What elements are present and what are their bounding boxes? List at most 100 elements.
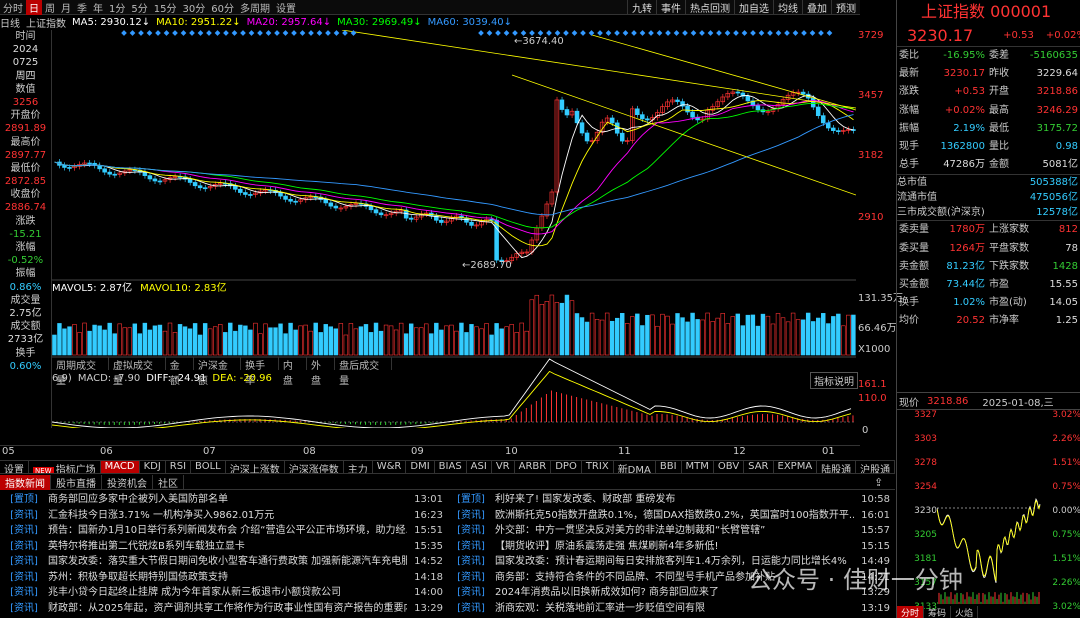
toolbar-action-5[interactable]: 叠加 bbox=[802, 0, 831, 15]
indicator-tab[interactable]: OBV bbox=[714, 461, 745, 473]
news-title[interactable]: 【期货收评】原油系震荡走强 焦煤刷新4年多新低! bbox=[495, 539, 854, 555]
indicator-tab[interactable]: MTM bbox=[682, 461, 714, 473]
news-item[interactable]: [资讯] 国家发改委：落实重大节假日期间免收小型客车通行费政策 加强新能源汽车充电… bbox=[0, 554, 447, 570]
news-item[interactable]: [资讯] 英特尔将推出第二代锐炫B系列车载独立显卡 15:35 bbox=[0, 539, 447, 555]
news-title[interactable]: 英特尔将推出第二代锐炫B系列车载独立显卡 bbox=[48, 539, 407, 555]
toolbar-tab-8[interactable]: 15分 bbox=[151, 0, 180, 15]
indicator-tab[interactable]: 沪股通 bbox=[856, 461, 895, 473]
news-title[interactable]: 外交部：中方一贯坚决反对美方的非法单边制裁和“长臂管辖” bbox=[495, 523, 854, 539]
volume-subtab[interactable]: 沪深金额 bbox=[194, 357, 242, 387]
volume-subtab[interactable]: 虚拟成交量 bbox=[109, 357, 166, 387]
toolbar-action-3[interactable]: 加自选 bbox=[734, 0, 773, 15]
news-item[interactable]: [资讯] 汇金科技今日涨3.71% 一机构净买入9862.01万元 16:23 bbox=[0, 508, 447, 524]
volume-bar bbox=[449, 324, 454, 356]
indicator-tab[interactable]: ARBR bbox=[515, 461, 552, 473]
news-tab[interactable]: 股市直播 bbox=[51, 474, 102, 490]
indicator-tab[interactable]: EXPMA bbox=[774, 461, 818, 473]
volume-bar bbox=[122, 327, 127, 356]
toolbar-tab-2[interactable]: 周 bbox=[42, 0, 58, 15]
indicator-tab[interactable]: KDJ bbox=[140, 461, 166, 473]
toolbar-action-6[interactable]: 预测 bbox=[831, 0, 860, 15]
toolbar-action-4[interactable]: 均线 bbox=[773, 0, 802, 15]
candle-body bbox=[373, 209, 379, 214]
indicator-tab[interactable]: 陆股通 bbox=[817, 461, 857, 473]
toolbar-action-0[interactable]: 九转 bbox=[627, 0, 656, 15]
toolbar-tab-10[interactable]: 60分 bbox=[208, 0, 237, 15]
toolbar-tab-4[interactable]: 季 bbox=[74, 0, 90, 15]
indicator-tab[interactable]: VR bbox=[492, 461, 515, 473]
indicator-tab[interactable]: W&R bbox=[373, 461, 407, 473]
volume-bar bbox=[745, 314, 751, 356]
news-item[interactable]: [资讯] 【期货收评】原油系震荡走强 焦煤刷新4年多新低! 15:15 bbox=[447, 539, 894, 555]
mini-left-tick: 3205 bbox=[914, 530, 937, 540]
indicator-tab[interactable]: MACD bbox=[100, 461, 140, 473]
news-tab[interactable]: 指数新闻 bbox=[0, 474, 51, 490]
indicator-tab[interactable]: BBI bbox=[656, 461, 682, 473]
indicator-tab[interactable]: RSI bbox=[166, 461, 192, 473]
mini-tab[interactable]: 筹码 bbox=[924, 606, 952, 618]
toolbar-tab-7[interactable]: 5分 bbox=[128, 0, 150, 15]
toolbar-tab-0[interactable]: 分时 bbox=[0, 0, 26, 15]
ma60-label: MA60: 3039.40↓ bbox=[427, 16, 513, 28]
toolbar-tab-6[interactable]: 1分 bbox=[106, 0, 128, 15]
indicator-tab[interactable]: 沪深上涨数 bbox=[226, 461, 285, 473]
volume-subtab[interactable]: 周期成交量 bbox=[52, 357, 109, 387]
indicator-tab[interactable]: BIAS bbox=[435, 461, 467, 473]
news-title[interactable]: 欧洲斯托克50指数开盘跌0.1%，德国DAX指数跌0.2%，英国富时100指数开… bbox=[495, 508, 854, 524]
indicator-tab[interactable]: BOLL bbox=[191, 461, 226, 473]
candle-body bbox=[800, 91, 806, 95]
news-title[interactable]: 利好来了! 国家发改委、财政部 重磅发布 bbox=[495, 492, 854, 508]
indicator-tab[interactable]: ASI bbox=[467, 461, 492, 473]
indicator-tab[interactable]: NEW 指标广场 bbox=[29, 461, 101, 473]
volume-bar bbox=[750, 314, 756, 356]
toolbar-tab-1[interactable]: 日 bbox=[26, 0, 42, 15]
toolbar-tab-11[interactable]: 多周期 bbox=[237, 0, 273, 15]
news-title[interactable]: 国家发改委：落实重大节假日期间免收小型客车通行费政策 加强新能源汽车充电服... bbox=[48, 554, 407, 570]
volume-subtab[interactable]: 外盘 bbox=[307, 357, 336, 387]
indicator-tab[interactable]: TRIX bbox=[582, 461, 614, 473]
news-item[interactable]: [资讯] 外交部：中方一贯坚决反对美方的非法单边制裁和“长臂管辖” 15:57 bbox=[447, 523, 894, 539]
news-item[interactable]: [资讯] 预告：国新办1月10日举行系列新闻发布会 介绍“营造公平公正市场环境，助… bbox=[0, 523, 447, 539]
news-item[interactable]: [置顶] 商务部回应多家中企被列入美国防部名单 13:01 bbox=[0, 492, 447, 508]
mini-tab[interactable]: 分时 bbox=[897, 606, 925, 618]
volume-bar bbox=[142, 322, 148, 356]
news-item[interactable]: [资讯] 兆丰小贷今日起终止挂牌 成为今年首家从新三板退市小额贷款公司 14:00 bbox=[0, 585, 447, 601]
volume-bar bbox=[675, 313, 680, 356]
toolbar-tab-5[interactable]: 年 bbox=[90, 0, 106, 15]
volume-subtab[interactable]: 盘后成交量 bbox=[335, 357, 392, 387]
volume-subtab[interactable]: 换手率 bbox=[241, 357, 279, 387]
news-item[interactable]: [资讯] 欧洲斯托克50指数开盘跌0.1%，德国DAX指数跌0.2%，英国富时10… bbox=[447, 508, 894, 524]
toolbar-action-2[interactable]: 热点回测 bbox=[685, 0, 734, 15]
news-title[interactable]: 苏州：积极争取超长期特别国债政策支持 bbox=[48, 570, 407, 586]
volume-subtab[interactable]: 内盘 bbox=[279, 357, 307, 387]
toolbar-tab-12[interactable]: 设置 bbox=[273, 0, 299, 15]
mini-tab[interactable]: 火焰 bbox=[951, 606, 979, 618]
news-title[interactable]: 汇金科技今日涨3.71% 一机构净买入9862.01万元 bbox=[48, 508, 407, 524]
news-title[interactable]: 财政部：从2025年起，资产调剂共享工作将作为行政事业性国有资产报告的重要内..… bbox=[48, 601, 407, 617]
indicator-explain-button[interactable]: 指标说明 bbox=[810, 372, 858, 389]
news-tab[interactable]: 社区 bbox=[153, 474, 184, 490]
volume-subtab[interactable]: 金额 bbox=[166, 357, 194, 387]
info-label: 数值 bbox=[15, 83, 36, 95]
news-title[interactable]: 商务部回应多家中企被列入美国防部名单 bbox=[48, 492, 407, 508]
news-item[interactable]: [置顶] 利好来了! 国家发改委、财政部 重磅发布 10:58 bbox=[447, 492, 894, 508]
news-item[interactable]: [资讯] 苏州：积极争取超长期特别国债政策支持 14:18 bbox=[0, 570, 447, 586]
indicator-tab[interactable]: 新DMA bbox=[614, 461, 656, 473]
news-title[interactable]: 预告：国新办1月10日举行系列新闻发布会 介绍“营造公平公正市场环境，助力经..… bbox=[48, 523, 407, 539]
indicator-tab[interactable]: 主力 bbox=[344, 461, 373, 473]
indicator-tab[interactable]: SAR bbox=[744, 461, 774, 473]
signal-marker bbox=[172, 30, 178, 36]
indicator-tab[interactable]: 沪深涨停数 bbox=[285, 461, 344, 473]
toolbar-tab-9[interactable]: 30分 bbox=[179, 0, 208, 15]
news-item[interactable]: [资讯] 浙商宏观：关税落地前汇率进一步贬值空间有限 13:19 bbox=[447, 601, 894, 617]
indicator-tab[interactable]: 设置 bbox=[0, 461, 29, 473]
toolbar-action-1[interactable]: 事件 bbox=[656, 0, 685, 15]
indicator-tab[interactable]: DPO bbox=[551, 461, 582, 473]
indicator-tab[interactable]: DMI bbox=[406, 461, 435, 473]
news-item[interactable]: [资讯] 财政部：从2025年起，资产调剂共享工作将作为行政事业性国有资产报告的重… bbox=[0, 601, 447, 617]
toolbar-tab-3[interactable]: 月 bbox=[58, 0, 74, 15]
news-title[interactable]: 兆丰小贷今日起终止挂牌 成为今年首家从新三板退市小额贷款公司 bbox=[48, 585, 407, 601]
upload-icon[interactable]: ⇪ bbox=[874, 476, 883, 489]
news-title[interactable]: 浙商宏观：关税落地前汇率进一步贬值空间有限 bbox=[495, 601, 854, 617]
news-tab[interactable]: 投资机会 bbox=[102, 474, 153, 490]
